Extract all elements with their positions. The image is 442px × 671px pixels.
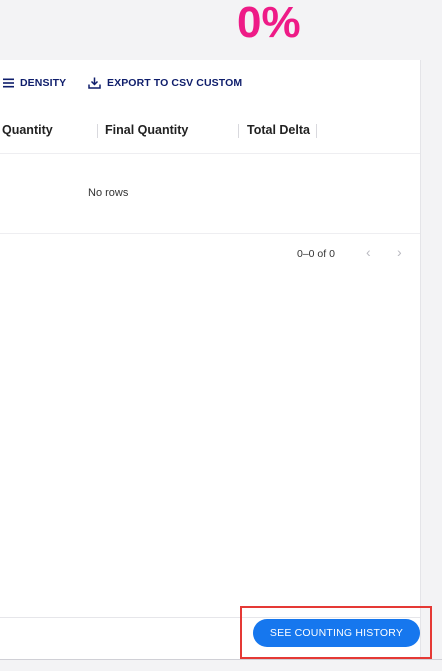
chevron-left-icon[interactable]: ‹ <box>366 244 371 260</box>
export-label: EXPORT TO CSV CUSTOM <box>107 77 243 89</box>
header-divider <box>0 153 420 154</box>
column-header-quantity[interactable]: Quantity <box>2 123 53 137</box>
chevron-right-icon[interactable]: › <box>397 244 402 260</box>
column-header-total-delta[interactable]: Total Delta <box>247 123 310 137</box>
column-separator[interactable] <box>238 124 239 138</box>
density-button[interactable]: DENSITY <box>3 77 66 89</box>
bottom-divider <box>0 659 442 660</box>
page: 0% DENSITY EXPORT TO CSV CUSTOM Quantity… <box>0 0 442 671</box>
progress-percentage: 0% <box>237 0 301 47</box>
panel-border <box>420 60 421 660</box>
download-icon <box>88 77 101 89</box>
density-icon <box>3 78 14 88</box>
column-separator[interactable] <box>316 124 317 138</box>
see-counting-history-button[interactable]: SEE COUNTING HISTORY <box>253 619 420 647</box>
column-separator[interactable] <box>97 124 98 138</box>
empty-rows-message: No rows <box>88 187 129 199</box>
column-header-final-quantity[interactable]: Final Quantity <box>105 123 188 137</box>
density-label: DENSITY <box>20 77 67 89</box>
export-csv-button[interactable]: EXPORT TO CSV CUSTOM <box>88 77 242 89</box>
pagination-range: 0–0 of 0 <box>297 248 335 260</box>
body-divider <box>0 233 420 234</box>
data-grid-panel <box>0 60 420 660</box>
